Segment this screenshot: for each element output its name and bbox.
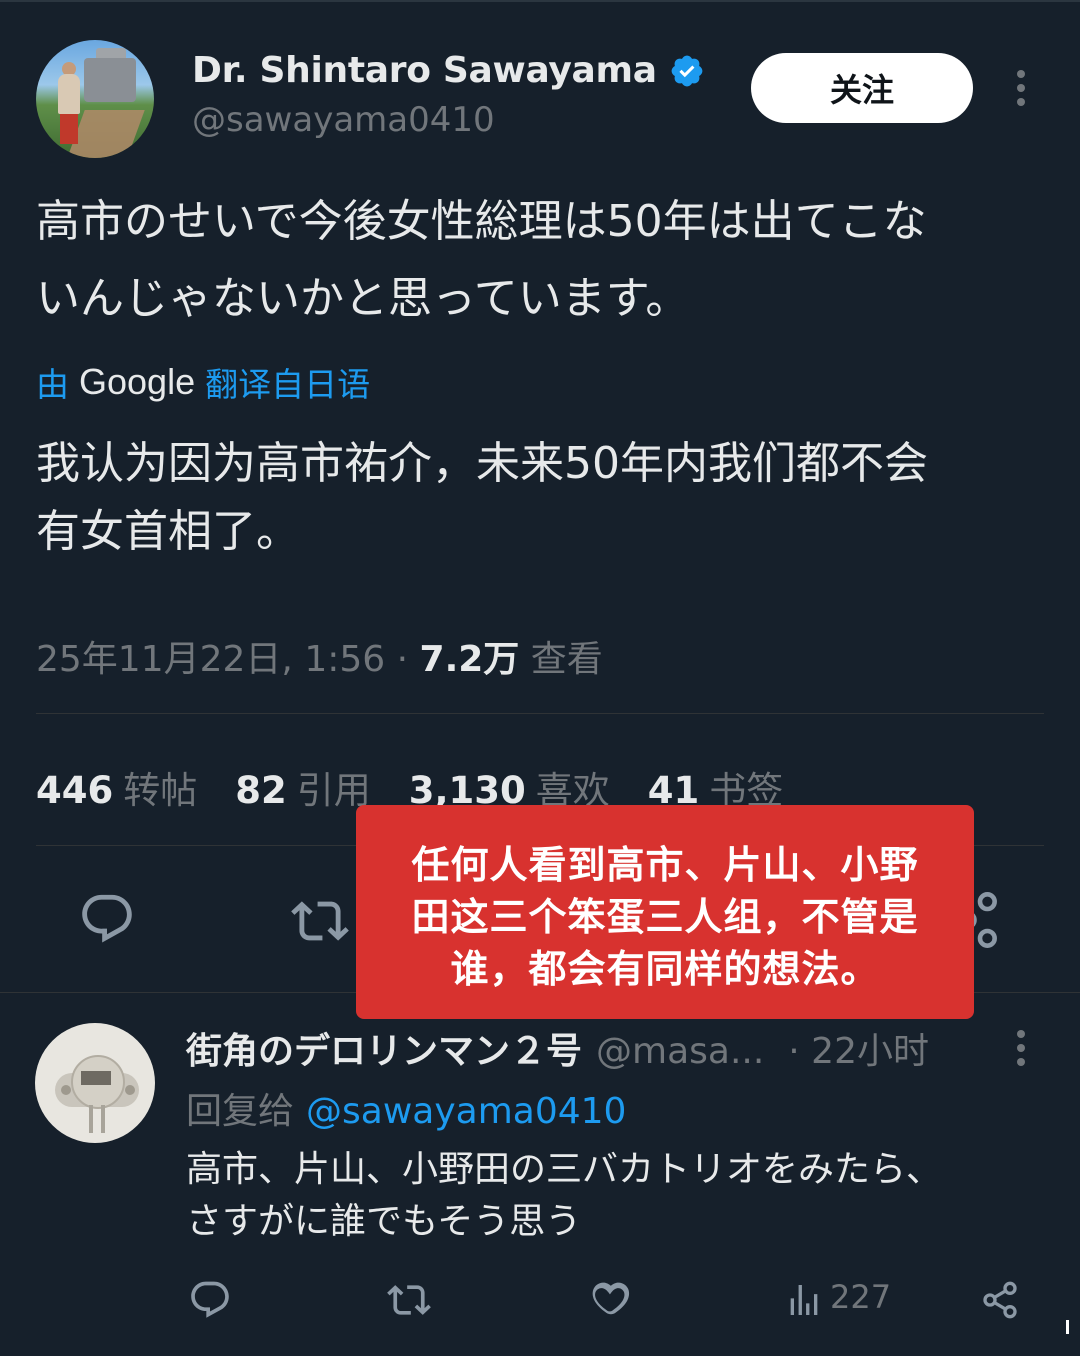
tweet-timestamp[interactable]: 25年11月22日, 1:56	[36, 639, 385, 680]
reply-author-name[interactable]: 街角のデロリンマン２号	[186, 1022, 582, 1074]
tweet-meta: 25年11月22日, 1:56 · 7.2万 查看	[36, 630, 603, 682]
reply-share-icon[interactable]	[980, 1280, 1020, 1320]
tweet-text-line: 高市のせいで今後女性総理は50年は出てこな	[36, 196, 927, 247]
tweet-text: 高市のせいで今後女性総理は50年は出てこな いんじゃないかと思っています。	[36, 183, 1046, 337]
stat-reposts[interactable]: 446 转帖	[36, 760, 197, 814]
reply-text-line: さすがに誰でもそう思う	[186, 1201, 582, 1242]
stat-quotes[interactable]: 82 引用	[235, 760, 371, 814]
reply-to: 回复给 @sawayama0410	[186, 1082, 626, 1134]
author-name-text[interactable]: Dr. Shintaro Sawayama	[192, 50, 657, 91]
author-handle[interactable]: @sawayama0410	[192, 100, 495, 140]
google-logo: Google	[79, 361, 196, 402]
reply-to-handle[interactable]: @sawayama0410	[306, 1091, 626, 1132]
reply-more-options-icon[interactable]	[1014, 1030, 1028, 1066]
reply-author-handle[interactable]: @masa...	[596, 1031, 764, 1072]
stat-count: 82	[235, 769, 287, 812]
verified-badge-icon	[671, 55, 703, 86]
caption-line: 田这三个笨蛋三人组，不管是	[411, 895, 919, 939]
reply-reply-icon[interactable]	[188, 1278, 232, 1322]
author-avatar[interactable]	[36, 40, 154, 158]
caption-line: 任何人看到高市、片山、小野	[411, 843, 919, 887]
reply-text-line: 高市、片山、小野田の三バカトリオをみたら、	[186, 1149, 943, 1190]
top-divider	[0, 0, 1080, 2]
author-name[interactable]: Dr. Shintaro Sawayama	[192, 50, 705, 91]
view-count: 7.2万	[419, 639, 520, 680]
reply-like-icon[interactable]	[588, 1278, 632, 1322]
divider	[36, 713, 1044, 714]
reply-time[interactable]: · 22小时	[788, 1022, 929, 1074]
scroll-indicator	[1066, 1320, 1069, 1334]
tweet-text-line: いんじゃないかと思っています。	[36, 273, 690, 324]
follow-button[interactable]: 关注	[751, 53, 973, 123]
reply-header: 街角のデロリンマン２号 @masa... · 22小时	[186, 1022, 929, 1074]
view-label: 查看	[530, 639, 603, 680]
reply-icon[interactable]	[78, 890, 136, 948]
caption-overlay: 任何人看到高市、片山、小野 田这三个笨蛋三人组，不管是 谁，都会有同样的想法。	[356, 805, 974, 1019]
reply-view-count: 227	[830, 1278, 892, 1316]
repost-icon[interactable]	[290, 892, 350, 950]
reply-to-label: 回复给	[186, 1091, 295, 1132]
stat-count: 446	[36, 769, 114, 812]
translate-suffix[interactable]: 翻译自日语	[205, 358, 370, 406]
translate-prefix: 由	[36, 365, 69, 404]
meta-separator: ·	[396, 639, 409, 680]
translated-text-line: 有女首相了。	[36, 506, 300, 557]
reply-author-avatar[interactable]	[35, 1023, 155, 1143]
translated-text: 我认为因为高市祐介，未来50年内我们都不会 有女首相了。	[36, 430, 1046, 566]
reply-views-icon[interactable]	[784, 1280, 824, 1320]
translation-attribution[interactable]: 由 Google 翻译自日语	[36, 358, 370, 406]
caption-line: 谁，都会有同样的想法。	[450, 947, 880, 991]
reply-text: 高市、片山、小野田の三バカトリオをみたら、 さすがに誰でもそう思う	[186, 1144, 1046, 1248]
stat-label: 转帖	[123, 769, 198, 812]
reply-repost-icon[interactable]	[386, 1278, 432, 1322]
more-options-icon[interactable]	[1014, 70, 1028, 106]
translated-text-line: 我认为因为高市祐介，未来50年内我们都不会	[36, 438, 928, 489]
